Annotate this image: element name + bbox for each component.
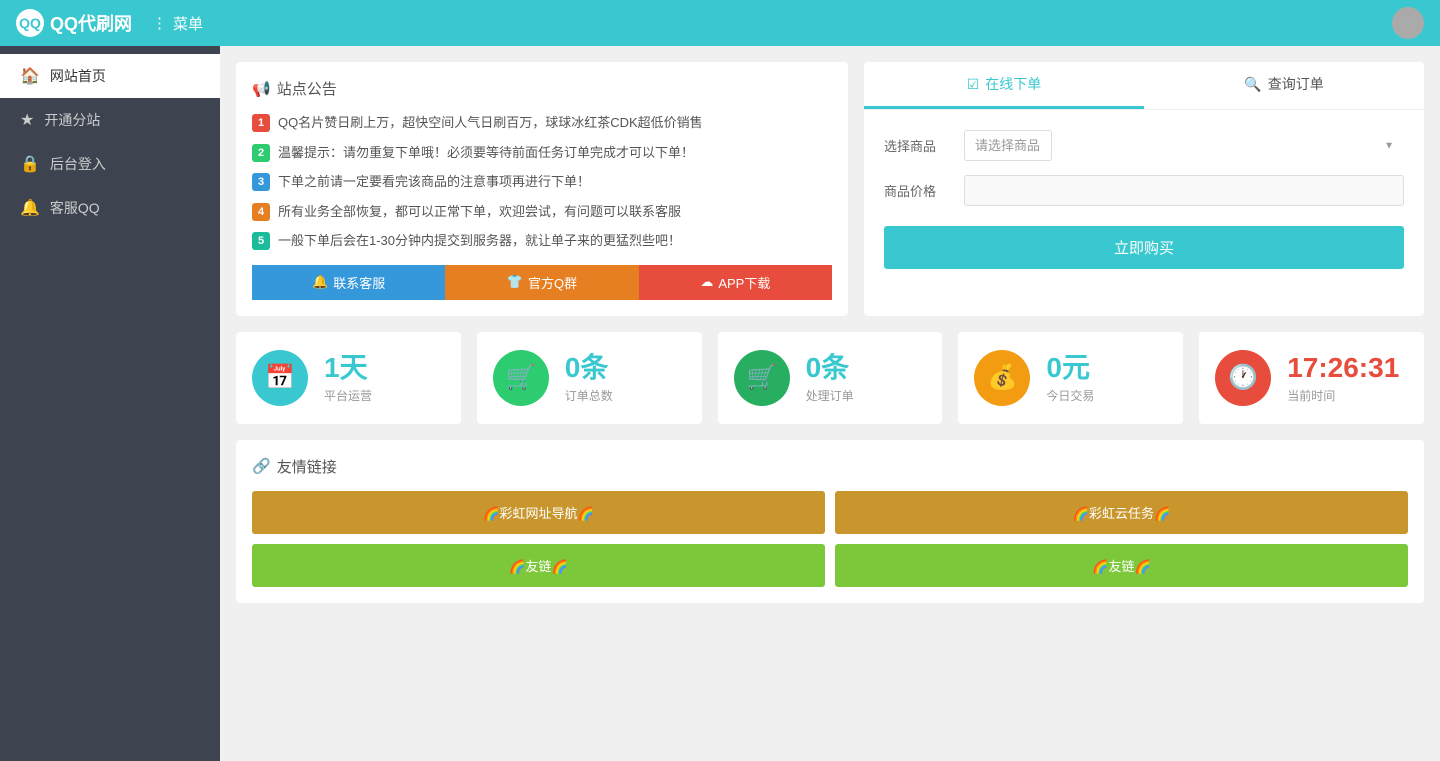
trade-icon: 💰 bbox=[974, 350, 1030, 406]
processing-number: 0条 bbox=[806, 351, 854, 385]
platform-number: 1天 bbox=[324, 351, 372, 385]
home-icon: 🏠 bbox=[20, 66, 40, 86]
badge-4: 4 bbox=[252, 203, 270, 221]
links-section: 🔗 友情链接 🌈彩虹网址导航🌈 🌈彩虹云任务🌈 🌈友链🌈 🌈友链🌈 bbox=[236, 440, 1424, 603]
sidebar-item-home[interactable]: 🏠 网站首页 bbox=[0, 54, 220, 98]
trade-label: 今日交易 bbox=[1046, 387, 1094, 404]
service-icon: 🔔 bbox=[312, 274, 328, 290]
sidebar-item-backend[interactable]: 🔒 后台登入 bbox=[0, 142, 220, 186]
link-rainbow-cloud[interactable]: 🌈彩虹云任务🌈 bbox=[835, 491, 1408, 534]
logo: QQ QQ代刷网 bbox=[16, 9, 132, 37]
download-icon: ☁ bbox=[700, 274, 713, 290]
sidebar: 🏠 网站首页 ★ 开通分站 🔒 后台登入 🔔 客服QQ bbox=[0, 46, 220, 761]
order-tabs: ☑ 在线下单 🔍 查询订单 bbox=[864, 62, 1424, 110]
product-select[interactable]: 请选择商品 bbox=[964, 130, 1052, 161]
announcement-icon: 📢 bbox=[252, 80, 271, 98]
stat-total-orders: 🛒 0条 订单总数 bbox=[477, 332, 702, 424]
main-layout: 🏠 网站首页 ★ 开通分站 🔒 后台登入 🔔 客服QQ 📢 站点公告 bbox=[0, 46, 1440, 761]
announce-item-2: 2 温馨提示：请勿重复下单哦！必须要等待前面任务订单完成才可以下单！ bbox=[252, 143, 832, 163]
main-content: 📢 站点公告 1 QQ名片赞日刷上万，超快空间人气日刷百万，球球冰红茶CDK超低… bbox=[220, 46, 1440, 761]
stats-row: 📅 1天 平台运营 🛒 0条 订单总数 🛒 0条 处理订单 bbox=[236, 332, 1424, 424]
avatar[interactable] bbox=[1392, 7, 1424, 39]
menu-dots-icon: ⋮ bbox=[152, 14, 167, 32]
links-grid: 🌈彩虹网址导航🌈 🌈彩虹云任务🌈 🌈友链🌈 🌈友链🌈 bbox=[252, 491, 1408, 587]
clock-icon: 🕐 bbox=[1215, 350, 1271, 406]
menu-toggle[interactable]: ⋮ 菜单 bbox=[152, 13, 203, 34]
bell-icon: 🔔 bbox=[20, 198, 40, 218]
top-panels: 📢 站点公告 1 QQ名片赞日刷上万，超快空间人气日刷百万，球球冰红茶CDK超低… bbox=[236, 62, 1424, 316]
announce-item-4: 4 所有业务全部恢复，都可以正常下单，欢迎尝试，有问题可以联系客服 bbox=[252, 202, 832, 222]
announcement-panel: 📢 站点公告 1 QQ名片赞日刷上万，超快空间人气日刷百万，球球冰红茶CDK超低… bbox=[236, 62, 848, 316]
sidebar-label-substation: 开通分站 bbox=[44, 110, 100, 130]
platform-icon: 📅 bbox=[252, 350, 308, 406]
badge-5: 5 bbox=[252, 232, 270, 250]
stat-today-trade: 💰 0元 今日交易 bbox=[958, 332, 1183, 424]
tab-online-order[interactable]: ☑ 在线下单 bbox=[864, 62, 1144, 109]
group-icon: 👕 bbox=[507, 274, 523, 290]
query-icon: 🔍 bbox=[1244, 76, 1261, 93]
time-label: 当前时间 bbox=[1287, 387, 1399, 404]
sidebar-label-service: 客服QQ bbox=[50, 198, 100, 218]
announce-text-1: QQ名片赞日刷上万，超快空间人气日刷百万，球球冰红茶CDK超低价销售 bbox=[278, 113, 703, 133]
badge-3: 3 bbox=[252, 173, 270, 191]
announce-text-5: 一般下单后会在1-30分钟内提交到服务器，就让单子来的更猛烈些吧！ bbox=[278, 231, 681, 251]
platform-label: 平台运营 bbox=[324, 387, 372, 404]
lock-icon: 🔒 bbox=[20, 154, 40, 174]
select-label: 选择商品 bbox=[884, 136, 954, 155]
time-number: 17:26:31 bbox=[1287, 351, 1399, 385]
product-select-row: 选择商品 请选择商品 bbox=[884, 130, 1404, 161]
sidebar-item-service[interactable]: 🔔 客服QQ bbox=[0, 186, 220, 230]
star-icon: ★ bbox=[20, 110, 34, 130]
total-orders-number: 0条 bbox=[565, 351, 613, 385]
announce-text-2: 温馨提示：请勿重复下单哦！必须要等待前面任务订单完成才可以下单！ bbox=[278, 143, 694, 163]
link-friend-2[interactable]: 🌈友链🌈 bbox=[835, 544, 1408, 587]
trade-number: 0元 bbox=[1046, 351, 1094, 385]
announce-item-5: 5 一般下单后会在1-30分钟内提交到服务器，就让单子来的更猛烈些吧！ bbox=[252, 231, 832, 251]
total-orders-icon: 🛒 bbox=[493, 350, 549, 406]
announce-actions: 🔔 联系客服 👕 官方Q群 ☁ APP下载 bbox=[252, 265, 832, 300]
stat-current-time: 🕐 17:26:31 当前时间 bbox=[1199, 332, 1424, 424]
badge-1: 1 bbox=[252, 114, 270, 132]
badge-2: 2 bbox=[252, 144, 270, 162]
links-icon: 🔗 bbox=[252, 457, 271, 475]
link-friend-1[interactable]: 🌈友链🌈 bbox=[252, 544, 825, 587]
announce-item-3: 3 下单之前请一定要看完该商品的注意事项再进行下单！ bbox=[252, 172, 832, 192]
link-rainbow-nav[interactable]: 🌈彩虹网址导航🌈 bbox=[252, 491, 825, 534]
processing-label: 处理订单 bbox=[806, 387, 854, 404]
logo-icon: QQ bbox=[16, 9, 44, 37]
announcement-title: 📢 站点公告 bbox=[252, 78, 832, 99]
stat-platform: 📅 1天 平台运营 bbox=[236, 332, 461, 424]
product-select-wrapper: 请选择商品 bbox=[964, 130, 1404, 161]
buy-button[interactable]: 立即购买 bbox=[884, 226, 1404, 269]
stat-processing: 🛒 0条 处理订单 bbox=[718, 332, 943, 424]
contact-service-button[interactable]: 🔔 联系客服 bbox=[252, 265, 445, 300]
announce-item-1: 1 QQ名片赞日刷上万，超快空间人气日刷百万，球球冰红茶CDK超低价销售 bbox=[252, 113, 832, 133]
price-input[interactable] bbox=[964, 175, 1404, 206]
order-form: 选择商品 请选择商品 商品价格 立即购买 bbox=[864, 110, 1424, 289]
announce-text-4: 所有业务全部恢复，都可以正常下单，欢迎尝试，有问题可以联系客服 bbox=[278, 202, 681, 222]
app-download-button[interactable]: ☁ APP下载 bbox=[639, 265, 832, 300]
sidebar-item-substation[interactable]: ★ 开通分站 bbox=[0, 98, 220, 142]
price-label: 商品价格 bbox=[884, 181, 954, 200]
sidebar-label-home: 网站首页 bbox=[50, 66, 106, 86]
processing-icon: 🛒 bbox=[734, 350, 790, 406]
menu-label: 菜单 bbox=[173, 13, 203, 34]
sidebar-label-backend: 后台登入 bbox=[50, 154, 106, 174]
logo-text: QQ代刷网 bbox=[50, 10, 132, 36]
links-title: 🔗 友情链接 bbox=[252, 456, 1408, 477]
total-orders-label: 订单总数 bbox=[565, 387, 613, 404]
tab-query-order[interactable]: 🔍 查询订单 bbox=[1144, 62, 1424, 109]
official-group-button[interactable]: 👕 官方Q群 bbox=[445, 265, 638, 300]
online-order-icon: ☑ bbox=[967, 76, 980, 93]
order-panel: ☑ 在线下单 🔍 查询订单 选择商品 请选择商品 bbox=[864, 62, 1424, 316]
announce-text-3: 下单之前请一定要看完该商品的注意事项再进行下单！ bbox=[278, 172, 590, 192]
top-navbar: QQ QQ代刷网 ⋮ 菜单 bbox=[0, 0, 1440, 46]
price-row: 商品价格 bbox=[884, 175, 1404, 206]
